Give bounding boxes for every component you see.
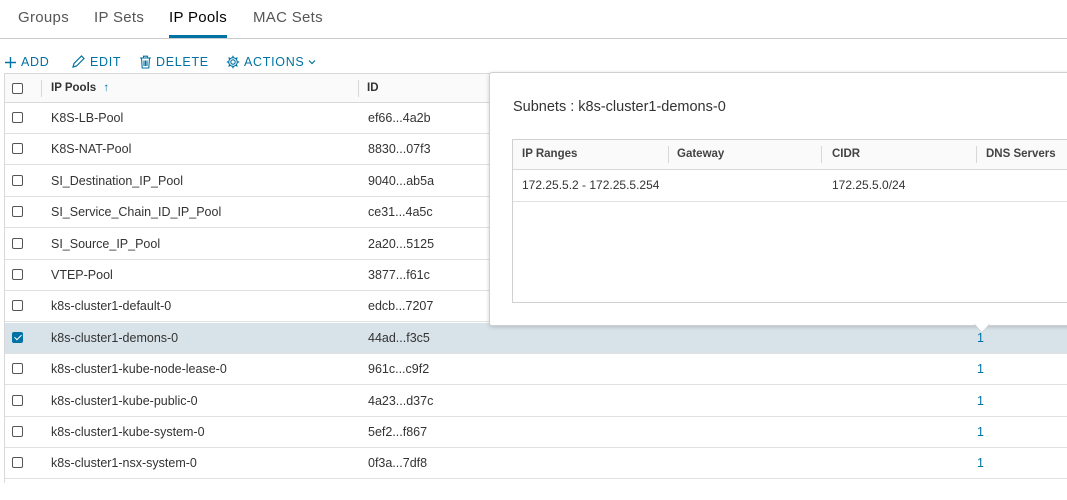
tab-groups[interactable]: Groups	[18, 9, 69, 37]
pool-id-cell: ef66...4a2b	[368, 111, 431, 125]
subnets-count-link[interactable]: 1	[977, 456, 984, 470]
actions-label: ACTIONS	[244, 55, 305, 69]
pool-id-cell: 0f3a...7df8	[368, 456, 428, 471]
edit-button[interactable]: EDIT	[71, 55, 121, 69]
column-header-ip-ranges[interactable]: IP Ranges	[522, 148, 577, 160]
row-checkbox[interactable]	[12, 457, 23, 469]
edit-label: EDIT	[90, 55, 122, 69]
plus-icon	[5, 56, 16, 68]
pool-name-cell: k8s-cluster1-default-0	[51, 299, 172, 314]
pool-name-cell: k8s-cluster1-demons-0	[51, 330, 179, 345]
subnets-popover: Subnets : k8s-cluster1-demons-0 IP Range…	[489, 72, 1067, 326]
pool-id-cell: 2a20...5125	[368, 236, 435, 251]
pool-name-cell: SI_Destination_IP_Pool	[51, 173, 184, 188]
pool-name-cell: SI_Service_Chain_ID_IP_Pool	[51, 205, 222, 220]
pool-id-cell: 44ad...f3c5	[368, 330, 430, 345]
tab-ip-sets[interactable]: IP Sets	[94, 9, 144, 37]
tab-mac-sets[interactable]: MAC Sets	[253, 9, 323, 37]
pool-name-cell: VTEP-Pool	[51, 268, 113, 282]
pool-id-cell: edcb...7207	[368, 299, 434, 314]
pool-name-cell: k8s-cluster1-nsx-system-0	[51, 456, 197, 471]
pool-id-cell: 3877...f61c	[368, 268, 430, 282]
subnets-table-header: IP Ranges Gateway CIDR DNS Servers	[513, 140, 1067, 170]
add-button[interactable]: ADD	[4, 55, 50, 69]
select-all-checkbox[interactable]	[12, 83, 23, 94]
row-checkbox[interactable]	[12, 394, 23, 406]
table-row[interactable]: k8s-cluster1-kube-system-0 5ef2...f867 1	[5, 417, 1067, 448]
cidr-cell: 172.25.5.0/24	[832, 178, 906, 192]
popover-title: Subnets : k8s-cluster1-demons-0	[513, 99, 726, 115]
row-checkbox[interactable]	[12, 363, 23, 375]
gear-icon	[226, 55, 240, 69]
row-checkbox[interactable]	[12, 143, 23, 155]
delete-button[interactable]: DELETE	[139, 55, 209, 69]
pool-id-cell: 961c...c9f2	[368, 362, 430, 377]
pool-id-cell: 4a23...d37c	[368, 393, 434, 408]
pencil-icon	[72, 55, 85, 68]
subnets-count-link[interactable]: 1	[977, 394, 984, 408]
column-header-gateway[interactable]: Gateway	[677, 148, 724, 160]
row-checkbox[interactable]	[12, 300, 23, 312]
column-divider	[976, 146, 977, 163]
pool-name-cell: k8s-cluster1-kube-node-lease-0	[51, 362, 227, 377]
column-divider	[668, 146, 669, 163]
subnets-count-link[interactable]: 1	[977, 331, 984, 345]
chevron-down-icon	[309, 60, 316, 65]
tab-bar: Groups IP Sets IP Pools MAC Sets	[0, 0, 1067, 39]
row-checkbox[interactable]	[12, 112, 23, 123]
pool-name-cell: K8S-LB-Pool	[51, 111, 124, 125]
row-checkbox[interactable]	[12, 426, 23, 437]
table-row[interactable]: k8s-cluster1-nsx-system-0 0f3a...7df8 1	[5, 448, 1067, 480]
row-checkbox[interactable]	[12, 206, 23, 218]
pool-id-cell: 8830...07f3	[368, 142, 431, 157]
pool-id-cell: ce31...4a5c	[368, 205, 433, 220]
pool-name-cell: SI_Source_IP_Pool	[51, 236, 161, 251]
column-header-ip-pools[interactable]: IP Pools ↑	[51, 82, 109, 94]
pool-name-cell: K8S-NAT-Pool	[51, 142, 132, 157]
pool-name-cell: k8s-cluster1-kube-system-0	[51, 425, 205, 439]
column-divider	[358, 80, 359, 97]
column-header-ip-pools-label: IP Pools	[51, 82, 97, 94]
subnet-row: 172.25.5.2 - 172.25.5.254 172.25.5.0/24	[513, 169, 1067, 202]
pool-id-cell: 9040...ab5a	[368, 173, 435, 188]
subnets-count-link[interactable]: 1	[977, 425, 984, 439]
pool-id-cell: 5ef2...f867	[368, 425, 428, 439]
popover-arrow	[974, 323, 990, 332]
table-row[interactable]: k8s-cluster1-demons-0 44ad...f3c5 1	[5, 322, 1067, 354]
table-row[interactable]: k8s-cluster1-kube-node-lease-0 961c...c9f…	[5, 354, 1067, 386]
pool-name-cell: k8s-cluster1-kube-public-0	[51, 393, 198, 408]
ip-ranges-cell: 172.25.5.2 - 172.25.5.254	[522, 178, 660, 192]
row-checkbox[interactable]	[12, 269, 23, 280]
sort-up-icon: ↑	[103, 82, 110, 94]
column-header-cidr[interactable]: CIDR	[832, 148, 860, 160]
column-divider	[41, 80, 42, 97]
column-header-dns-servers[interactable]: DNS Servers	[986, 148, 1056, 160]
delete-label: DELETE	[156, 55, 209, 69]
subnets-count-link[interactable]: 1	[977, 362, 984, 376]
row-checkbox[interactable]	[12, 174, 23, 186]
column-divider	[821, 146, 822, 163]
subnets-table: IP Ranges Gateway CIDR DNS Servers 172.2…	[512, 139, 1067, 303]
column-header-id[interactable]: ID	[367, 82, 379, 94]
table-row[interactable]: k8s-cluster1-kube-public-0 4a23...d37c 1	[5, 386, 1067, 417]
actions-button[interactable]: ACTIONS	[226, 55, 316, 69]
tab-ip-pools[interactable]: IP Pools	[169, 9, 227, 38]
trash-icon	[140, 55, 151, 69]
row-checkbox[interactable]	[12, 331, 23, 343]
add-label: ADD	[21, 55, 50, 69]
row-checkbox[interactable]	[12, 237, 23, 249]
